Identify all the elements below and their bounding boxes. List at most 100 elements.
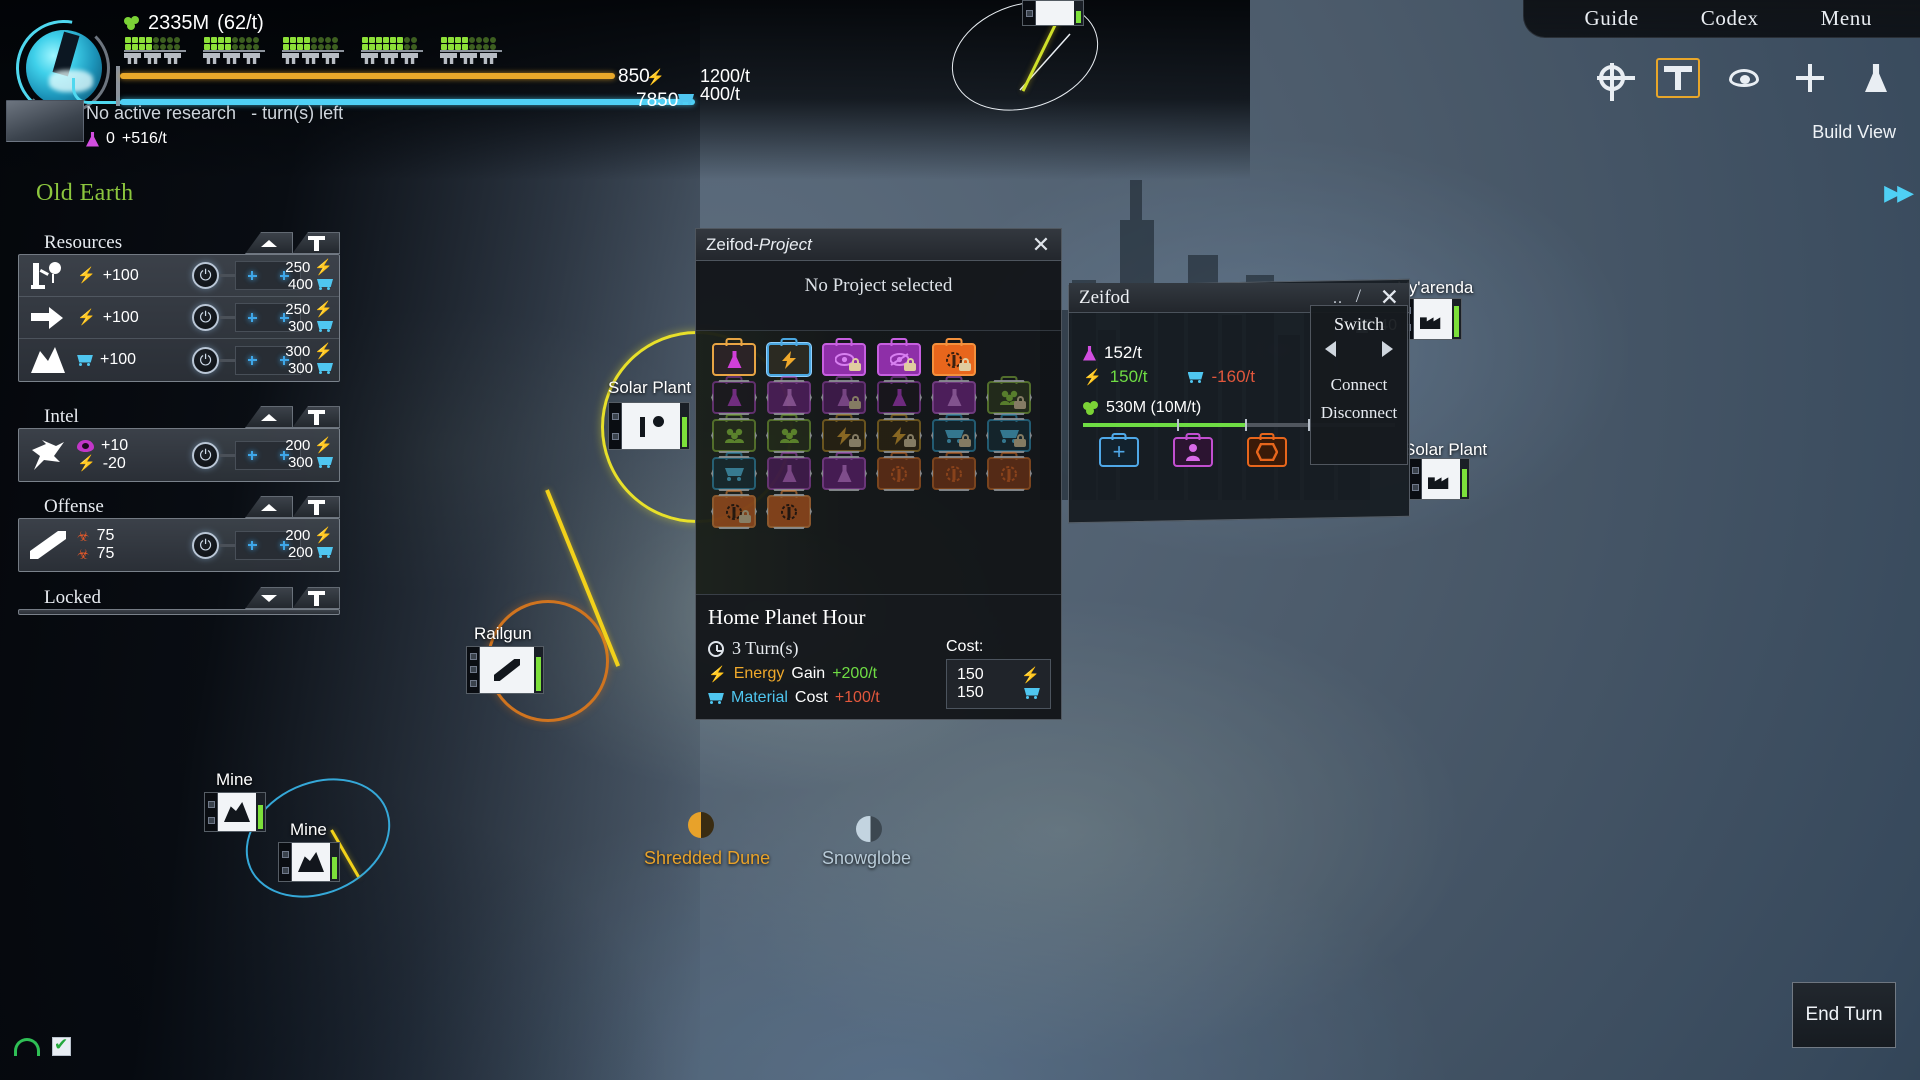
toggle-power-button[interactable] [192,531,219,559]
switch-title: Switch [1333,314,1384,334]
project-case-eye-locked[interactable] [822,338,866,376]
lock-icon [849,396,861,409]
chevron-right-icon[interactable] [1382,341,1393,357]
build-tab-offense-button[interactable] [292,496,340,518]
project-case-people[interactable] [711,414,757,453]
row-connector [219,543,235,547]
project-case-radar[interactable] [876,452,922,491]
toggle-power-button[interactable] [192,304,219,331]
build-row-cannon[interactable]: ☣ 75 ☣ 75 200⚡ 200 [19,519,339,571]
population-blocks [124,36,502,64]
panel-offense: ☣ 75 ☣ 75 200⚡ 200 [18,518,340,572]
project-case-cart-locked[interactable] [986,414,1032,453]
disconnect-button[interactable]: Disconnect [1317,403,1401,423]
structure-solar-plant-right[interactable]: Solar Plant [1404,440,1487,500]
target-icon[interactable] [1788,58,1832,98]
tool-icon-bar [1590,58,1898,101]
population-block [361,36,423,64]
project-case-flask-locked[interactable] [821,376,867,415]
structure-building[interactable] [1022,0,1084,26]
gear-icon[interactable] [1590,58,1635,101]
project-case-flask[interactable] [712,338,756,376]
project-case-flask[interactable] [766,376,812,415]
eye-icon[interactable] [1722,58,1766,98]
body-shredded-dune-dot[interactable] [688,812,714,838]
build-tab-resources-button[interactable] [292,232,340,254]
body-label-shredded-dune: Shredded Dune [644,848,771,868]
project-case-flask[interactable] [876,376,922,415]
structure-mine-1[interactable]: Mine [204,770,266,832]
build-row-railgun[interactable]: ⚡+100 250⚡ 300 [19,297,339,339]
project-case-radar-locked[interactable] [711,490,757,529]
project-dialog-planet-name: Zeifod [706,234,754,254]
checkbox-toggle[interactable] [52,1035,71,1056]
collapse-offense-button[interactable] [245,496,293,518]
project-grid-row [711,376,1045,415]
project-case-flask[interactable] [766,452,812,491]
add-node-button[interactable]: + [1099,433,1139,467]
project-case-radar-locked[interactable] [932,338,976,376]
project-case-bolt-locked[interactable] [876,414,922,453]
project-case-flask[interactable] [821,452,867,491]
build-row-radar[interactable]: +10 ⚡-20 200⚡ 300 [19,429,339,481]
menu-item-guide[interactable]: Guide [1584,6,1638,31]
flask-icon[interactable] [1854,58,1898,98]
material-rate-value: -160/t [1211,367,1255,386]
build-tab-locked-button[interactable] [292,587,340,609]
toggle-power-button[interactable] [192,441,219,469]
minimap-expand-icon[interactable]: ▶▶ [1884,180,1914,206]
hex-overlay-icon [766,418,812,453]
group-title-locked: Locked [44,587,101,608]
project-case-radar[interactable] [986,452,1032,491]
cost-energy-value: 200 [285,527,311,544]
toggle-power-button[interactable] [192,262,219,289]
structure-mine-2[interactable]: Mine [278,820,340,882]
project-dialog-kind: Project [758,234,812,254]
project-case-bolt-locked[interactable] [821,414,867,453]
collapse-resources-button[interactable] [245,232,293,254]
connect-button[interactable]: Connect [1317,375,1401,395]
project-case-eye2-locked[interactable] [877,338,921,376]
group-offense: Offense ☣ 75 ☣ 75 200⚡ 200 [18,492,340,572]
structure-solar-plant-main[interactable]: Solar Plant [608,378,691,450]
expand-locked-button[interactable] [245,587,293,609]
project-case-people[interactable] [766,414,812,453]
end-turn-button[interactable]: End Turn [1792,982,1896,1048]
structure-orbital-top[interactable] [1022,0,1084,26]
structure-railgun[interactable]: Railgun [466,624,544,694]
structure-building[interactable] [608,402,690,450]
project-case-flask[interactable] [711,376,757,415]
arc-toggle-icon[interactable] [14,1037,40,1056]
collapse-intel-button[interactable] [245,406,293,428]
bolt-icon [769,345,809,374]
project-case-bolt[interactable] [767,338,811,376]
person-node-button[interactable] [1173,433,1213,467]
structure-building[interactable] [466,646,544,694]
lock-icon [849,358,861,371]
row-effect-value: +100 [100,351,137,368]
structure-building[interactable] [1408,458,1470,500]
chevron-left-icon[interactable] [1325,341,1336,357]
build-tab-intel-button[interactable] [292,406,340,428]
project-case-cart-locked[interactable] [931,414,977,453]
menu-item-codex[interactable]: Codex [1701,6,1759,31]
toggle-power-button[interactable] [192,346,219,374]
body-snowglobe-dot[interactable] [856,816,882,842]
build-row-solar-plant[interactable]: ⚡+100 250⚡ 400 [19,255,339,297]
close-icon[interactable]: ✕ [1029,232,1053,257]
build-row-mine[interactable]: +100 300⚡ 300 [19,339,339,381]
build-cost: 300 ⚡ 300 [285,343,333,377]
hex-overlay-icon [766,494,812,529]
project-case-cart[interactable] [711,452,757,491]
effect-label: Material [731,689,788,706]
structure-building[interactable] [278,842,340,882]
build-icon[interactable] [1656,58,1700,98]
project-case-radar[interactable] [766,490,812,529]
hex-node-button[interactable] [1247,433,1287,467]
project-case-radar[interactable] [931,452,977,491]
project-case-people-locked[interactable] [986,376,1032,415]
menu-item-menu[interactable]: Menu [1821,6,1872,31]
cost-energy-value: 250 [285,301,311,318]
project-case-flask[interactable] [931,376,977,415]
structure-building[interactable] [204,792,266,832]
